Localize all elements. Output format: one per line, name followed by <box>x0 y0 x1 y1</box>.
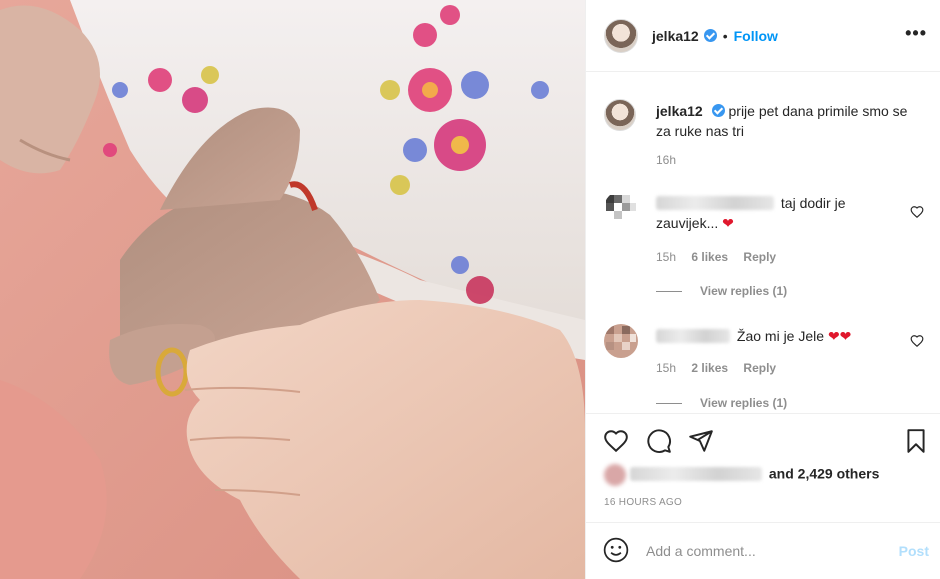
verified-badge-icon <box>703 29 717 42</box>
verified-badge-icon <box>711 104 725 117</box>
comment-meta: 15h 6 likes Reply <box>656 250 788 264</box>
comment-meta: 15h 2 likes Reply <box>656 361 788 375</box>
post-side-panel: jelka12 • Follow ••• jelka12 prije pet d… <box>585 0 940 579</box>
instagram-post: jelka12 • Follow ••• jelka12 prije pet d… <box>0 0 940 579</box>
post-comment-button[interactable]: Post <box>899 543 929 559</box>
liker-avatar <box>604 464 626 486</box>
post-actions: and 2,429 others 16 HOURS AGO <box>586 413 940 528</box>
comments-list[interactable]: jelka12 prije pet dana primile smo se za… <box>586 73 940 413</box>
add-comment-bar: Post <box>586 522 940 579</box>
comment-input[interactable] <box>646 541 886 561</box>
photo-hands-illustration <box>0 0 585 579</box>
post-header: jelka12 • Follow ••• <box>586 0 940 72</box>
comment-likes[interactable]: 6 likes <box>691 250 728 264</box>
likes-count[interactable]: and 2,429 others <box>769 466 880 482</box>
red-hearts-emoji: ❤❤ <box>827 328 852 344</box>
divider-line <box>656 402 682 404</box>
reply-button[interactable]: Reply <box>743 361 776 375</box>
author-username[interactable]: jelka12 <box>652 28 699 44</box>
separator-dot: • <box>722 27 728 44</box>
commenter-avatar[interactable] <box>604 324 638 358</box>
commenter-avatar[interactable] <box>604 191 638 225</box>
share-icon[interactable] <box>688 428 714 454</box>
comment-icon[interactable] <box>646 428 672 454</box>
reply-button[interactable]: Reply <box>743 250 776 264</box>
like-comment-heart-icon[interactable] <box>910 205 924 219</box>
view-replies-button[interactable]: View replies (1) <box>656 284 787 298</box>
bookmark-icon[interactable] <box>903 428 929 454</box>
comment-text-block: Žao mi je Jele ❤❤ <box>656 326 881 346</box>
heart-icon[interactable] <box>603 428 629 454</box>
blurred-username[interactable] <box>656 329 730 343</box>
blurred-username[interactable] <box>656 196 774 210</box>
view-replies-label: View replies (1) <box>700 396 788 410</box>
caption-avatar[interactable] <box>604 99 636 131</box>
divider-line <box>656 290 682 292</box>
red-heart-emoji: ❤ <box>722 215 734 231</box>
caption-username[interactable]: jelka12 <box>656 103 703 119</box>
post-time-ago: 16 HOURS AGO <box>604 497 683 508</box>
comment-text: Žao mi je Jele <box>736 328 825 344</box>
comment-time: 15h <box>656 250 677 264</box>
comment-text-block: taj dodir je zauvijek... ❤ <box>656 193 881 233</box>
comment-time: 15h <box>656 361 677 375</box>
like-comment-heart-icon[interactable] <box>910 334 924 348</box>
post-photo[interactable] <box>0 0 585 579</box>
view-replies-button[interactable]: View replies (1) <box>656 396 787 410</box>
view-replies-label: View replies (1) <box>700 284 788 298</box>
comment-likes[interactable]: 2 likes <box>691 361 728 375</box>
caption-time: 16h <box>656 153 677 167</box>
emoji-icon[interactable] <box>603 537 629 563</box>
caption-text-block: jelka12 prije pet dana primile smo se za… <box>656 101 916 141</box>
follow-button[interactable]: Follow <box>734 28 778 44</box>
likes-summary[interactable]: and 2,429 others <box>604 464 879 486</box>
blurred-liker-name[interactable] <box>630 466 762 481</box>
author-avatar[interactable] <box>604 18 638 53</box>
more-icon[interactable]: ••• <box>905 24 927 42</box>
